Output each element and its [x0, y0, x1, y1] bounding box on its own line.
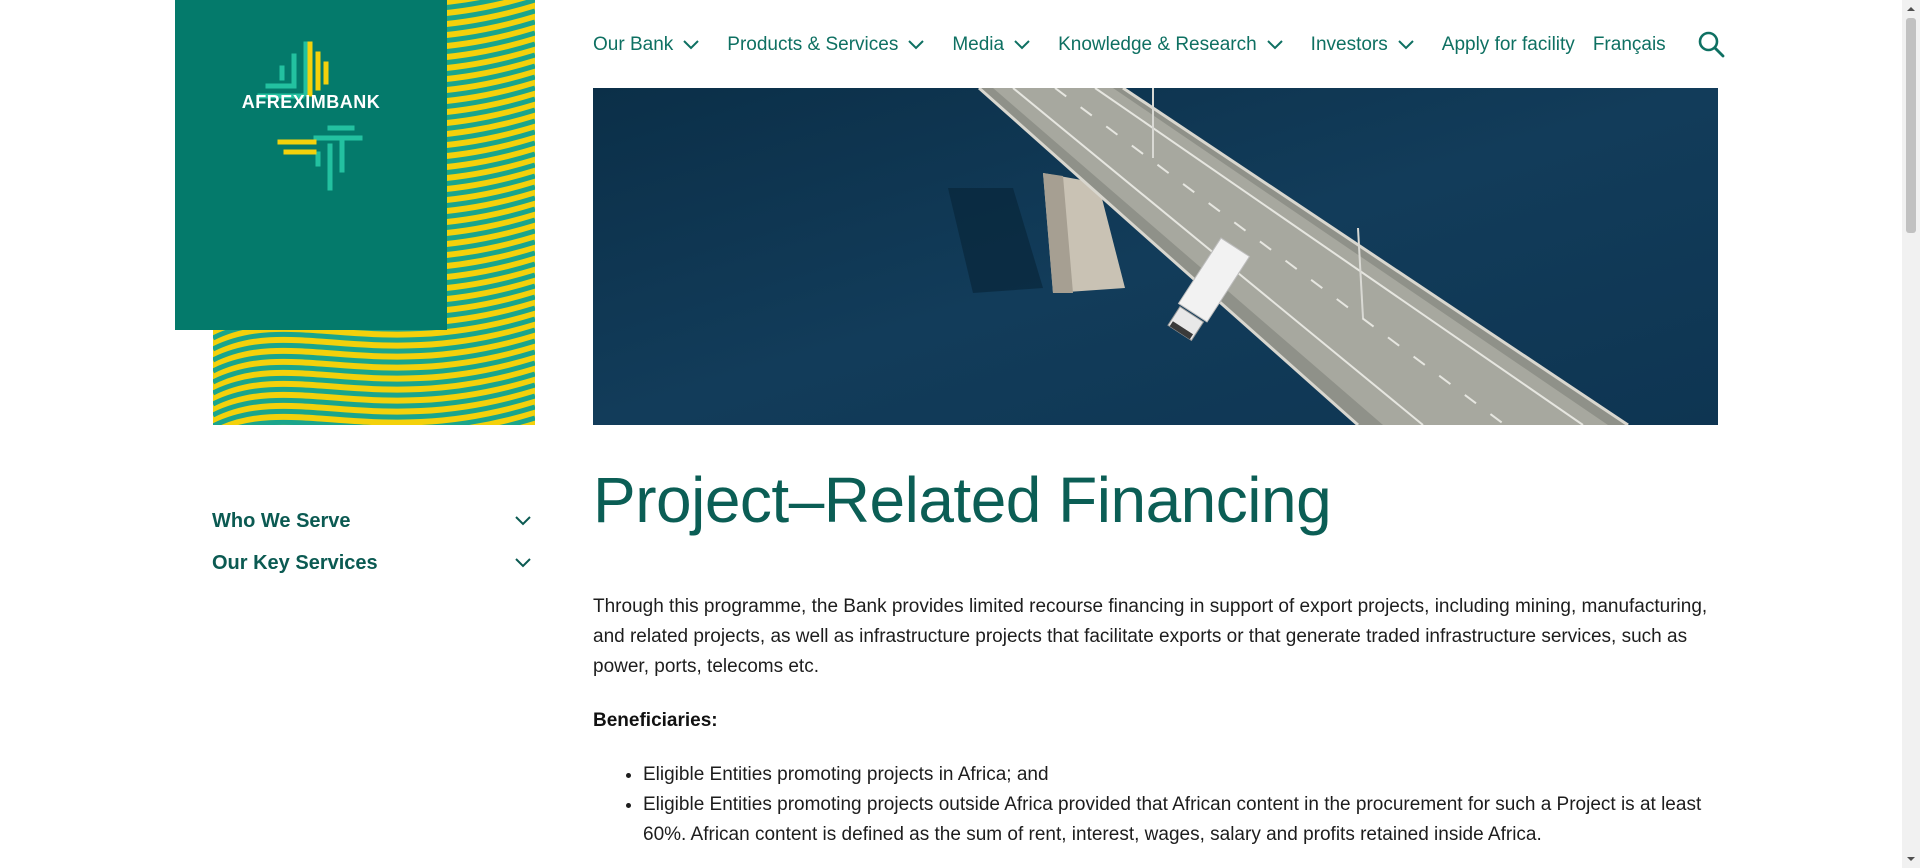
nav-language-francais[interactable]: Français — [1593, 34, 1666, 56]
chevron-down-icon — [1398, 40, 1414, 50]
nav-label: Investors — [1310, 34, 1388, 55]
nav-apply-for-facility[interactable]: Apply for facility — [1442, 34, 1575, 56]
nav-label: Apply for facility — [1441, 34, 1575, 55]
sidebar-item-who-we-serve[interactable]: Who We Serve — [212, 500, 534, 542]
list-item: Eligible Entities promoting projects in … — [643, 760, 1718, 790]
nav-label: Media — [952, 34, 1005, 55]
sidebar-item-label: Our Key Services — [212, 551, 378, 574]
beneficiaries-heading: Beneficiaries: — [593, 710, 718, 731]
main-nav: Our Bank Products & Services Media Knowl… — [593, 28, 1684, 62]
scroll-down-arrow-icon[interactable] — [1906, 854, 1916, 864]
sidebar: Who We Serve Our Key Services — [212, 500, 534, 584]
chevron-down-icon — [515, 558, 531, 568]
chevron-down-icon — [683, 40, 699, 50]
intro-paragraph: Through this programme, the Bank provide… — [593, 596, 1708, 677]
main-content: Project–Related Financing Through this p… — [593, 460, 1718, 850]
logo-box: AFREXIMBANK — [175, 0, 447, 330]
sidebar-item-our-key-services[interactable]: Our Key Services — [212, 542, 534, 584]
nav-label: Our Bank — [593, 34, 674, 55]
nav-label: Knowledge & Research — [1058, 34, 1257, 55]
search-icon[interactable] — [1697, 30, 1725, 58]
chevron-down-icon — [1266, 40, 1283, 50]
page-title: Project–Related Financing — [593, 464, 1332, 536]
list-item: Eligible Entities promoting projects out… — [643, 790, 1718, 850]
afreximbank-logo-icon — [257, 41, 363, 191]
nav-label: Français — [1592, 34, 1666, 55]
scrollbar-thumb[interactable] — [1906, 18, 1916, 233]
scroll-up-arrow-icon[interactable] — [1906, 4, 1916, 14]
nav-investors[interactable]: Investors — [1311, 34, 1414, 56]
nav-media[interactable]: Media — [952, 34, 1030, 56]
beneficiaries-list: Eligible Entities promoting projects in … — [593, 760, 1718, 850]
page-scrollbar[interactable] — [1902, 0, 1920, 868]
nav-products-services[interactable]: Products & Services — [727, 34, 925, 56]
bridge-photo — [593, 88, 1718, 425]
chevron-down-icon — [1014, 40, 1030, 50]
sidebar-item-label: Who We Serve — [212, 509, 351, 532]
hero-image — [593, 88, 1718, 425]
nav-knowledge-research[interactable]: Knowledge & Research — [1058, 34, 1283, 56]
nav-label: Products & Services — [727, 34, 899, 55]
chevron-down-icon — [908, 40, 925, 50]
nav-our-bank[interactable]: Our Bank — [593, 34, 699, 56]
chevron-down-icon — [515, 516, 531, 526]
logo-block[interactable]: AFREXIMBANK — [175, 0, 535, 425]
logo-wordmark: AFREXIMBANK — [241, 92, 381, 112]
